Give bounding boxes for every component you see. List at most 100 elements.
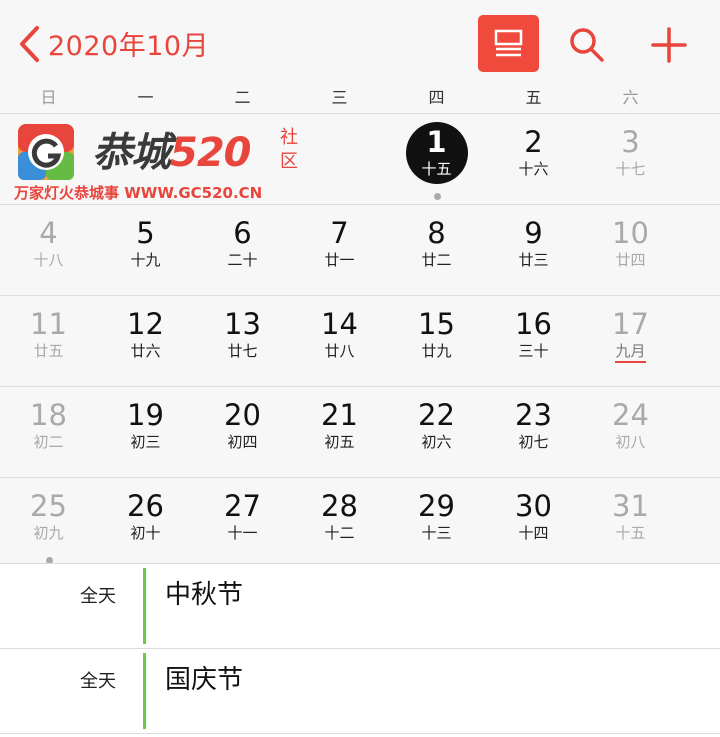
day-cell[interactable]: 16 三十 <box>485 296 582 386</box>
day-cell[interactable]: 17 九月 <box>582 296 679 386</box>
event-indicator-dot <box>433 193 441 200</box>
day-cell[interactable]: 27 十一 <box>194 478 291 568</box>
day-number: 26 <box>127 489 164 523</box>
lunar-date: 廿一 <box>324 251 355 269</box>
day-cell[interactable]: 3 十七 <box>582 114 679 204</box>
day-cell[interactable]: 22 初六 <box>388 387 485 477</box>
search-icon <box>570 28 604 62</box>
event-time-allday: 全天 <box>80 586 116 607</box>
search-button[interactable] <box>568 26 606 68</box>
day-number: 14 <box>321 307 358 341</box>
day-number: 11 <box>30 307 67 341</box>
day-cell[interactable]: 12 廿六 <box>97 296 194 386</box>
day-number: 22 <box>418 398 455 432</box>
back-to-year-button[interactable]: 2020年10月 <box>18 24 209 63</box>
day-cell[interactable]: 4 十八 <box>0 205 97 295</box>
weekday-label: 一 <box>137 88 154 107</box>
weekday-label: 日 <box>40 88 57 107</box>
day-number: 21 <box>321 398 358 432</box>
day-cell[interactable]: 9 廿三 <box>485 205 582 295</box>
week-row: 4 十八 5 十九 6 二十 7 廿一 8 廿二 9 廿三 10 廿四 <box>0 204 720 295</box>
day-cell[interactable]: 7 廿一 <box>291 205 388 295</box>
chevron-left-icon <box>20 25 39 62</box>
day-number: 27 <box>224 489 261 523</box>
lunar-date: 廿三 <box>518 251 549 269</box>
watermark-brand-dark: 恭城 <box>92 130 171 176</box>
day-cell[interactable]: 24 初八 <box>582 387 679 477</box>
day-number: 4 <box>39 216 58 250</box>
day-cell[interactable]: 6 二十 <box>194 205 291 295</box>
lunar-date: 廿六 <box>130 342 161 360</box>
day-cell[interactable]: 18 初二 <box>0 387 97 477</box>
day-number: 7 <box>330 216 349 250</box>
lunar-date: 廿七 <box>227 342 258 360</box>
day-number: 3 <box>621 125 640 159</box>
week-row: 11 廿五 12 廿六 13 廿七 14 廿八 15 廿九 16 三十 17 九… <box>0 295 720 386</box>
event-row[interactable]: 全天 中秋节 <box>0 564 720 649</box>
day-cell[interactable]: 21 初五 <box>291 387 388 477</box>
day-cell[interactable]: 31 十五 <box>582 478 679 568</box>
week-row: 18 初二 19 初三 20 初四 21 初五 22 初六 23 初七 24 初… <box>0 386 720 477</box>
day-cell[interactable]: 5 十九 <box>97 205 194 295</box>
day-number: 5 <box>136 216 155 250</box>
weekday-header: 日 一 二 三 四 五 六 <box>0 84 720 112</box>
day-number: 1 <box>426 125 447 159</box>
event-title: 中秋节 <box>165 580 244 610</box>
day-cell[interactable]: 30 十四 <box>485 478 582 568</box>
lunar-date: 廿二 <box>421 251 452 269</box>
watermark-brand-red: 520 <box>170 130 251 176</box>
day-cell[interactable]: 20 初四 <box>194 387 291 477</box>
day-cell-today[interactable]: 1 十五 <box>388 114 485 204</box>
lunar-date: 十一 <box>227 524 258 542</box>
lunar-date: 十四 <box>518 524 549 542</box>
event-row[interactable]: 全天 国庆节 <box>0 649 720 734</box>
lunar-date: 二十 <box>227 251 258 269</box>
watermark: 恭城520 社区 万家灯火恭城事 WWW.GC520.CN <box>12 118 312 202</box>
day-cell[interactable]: 8 廿二 <box>388 205 485 295</box>
day-number: 6 <box>233 216 252 250</box>
day-cell[interactable]: 23 初七 <box>485 387 582 477</box>
day-cell[interactable]: 29 十三 <box>388 478 485 568</box>
list-view-toggle-button[interactable] <box>478 15 539 72</box>
day-number: 8 <box>427 216 446 250</box>
day-number: 20 <box>224 398 261 432</box>
lunar-date: 三十 <box>518 342 549 360</box>
lunar-date: 十九 <box>130 251 161 269</box>
day-number: 15 <box>418 307 455 341</box>
day-cell[interactable]: 28 十二 <box>291 478 388 568</box>
lunar-date: 十五 <box>615 524 646 542</box>
site-logo-icon <box>18 124 74 180</box>
day-number: 16 <box>515 307 552 341</box>
day-number: 9 <box>524 216 543 250</box>
day-cell[interactable]: 19 初三 <box>97 387 194 477</box>
lunar-date: 廿四 <box>615 251 646 269</box>
weekday-label: 五 <box>525 88 542 107</box>
lunar-date: 初七 <box>518 433 549 451</box>
day-number: 2 <box>524 125 543 159</box>
day-cell[interactable]: 15 廿九 <box>388 296 485 386</box>
week-row: 25 初九 26 初十 27 十一 28 十二 29 十三 30 十四 31 十… <box>0 477 720 568</box>
day-number: 30 <box>515 489 552 523</box>
day-cell[interactable]: 26 初十 <box>97 478 194 568</box>
add-event-button[interactable] <box>650 26 688 68</box>
day-cell[interactable]: 14 廿八 <box>291 296 388 386</box>
lunar-date: 廿八 <box>324 342 355 360</box>
day-cell[interactable]: 11 廿五 <box>0 296 97 386</box>
list-view-icon <box>494 29 523 57</box>
calendar-header: 2020年10月 <box>0 0 720 84</box>
lunar-date: 廿九 <box>421 342 452 360</box>
day-number: 13 <box>224 307 261 341</box>
day-cell[interactable]: 2 十六 <box>485 114 582 204</box>
lunar-date: 初二 <box>33 433 64 451</box>
weekday-label: 三 <box>331 88 348 107</box>
lunar-date: 初三 <box>130 433 161 451</box>
day-number: 29 <box>418 489 455 523</box>
plus-icon <box>651 27 687 63</box>
watermark-community: 社区 <box>280 127 298 172</box>
day-cell[interactable]: 25 初九 <box>0 478 97 568</box>
day-cell[interactable]: 10 廿四 <box>582 205 679 295</box>
month-title: 2020年10月 <box>48 31 210 62</box>
day-cell[interactable]: 13 廿七 <box>194 296 291 386</box>
lunar-date: 十二 <box>324 524 355 542</box>
watermark-url: 万家灯火恭城事 WWW.GC520.CN <box>14 184 263 202</box>
